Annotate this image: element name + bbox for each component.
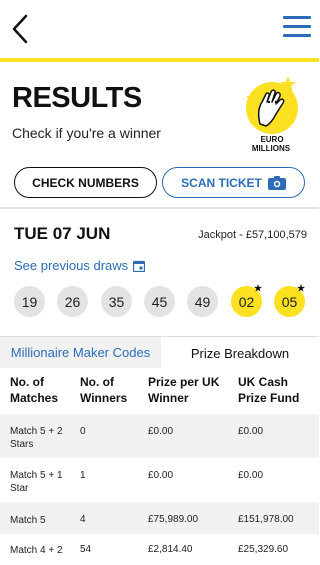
star-icon <box>297 284 305 292</box>
fund-cell: £151,978.00 <box>238 514 294 525</box>
matches-cell: Match 5 <box>10 515 46 526</box>
table-row: Match 5 + 2 Stars 0 £0.00 £0.00 <box>0 414 319 458</box>
column-header: Prize per UK Winner <box>148 375 220 405</box>
tab-label: Prize Breakdown <box>190 345 290 361</box>
prize-table-header: No. of Matches No. of Winners Prize per … <box>0 368 319 414</box>
tab-millionaire-maker-codes[interactable]: Millionaire Maker Codes <box>0 337 161 369</box>
prize-cell: £0.00 <box>148 470 174 481</box>
euromillions-logo: EURO MILLIONS <box>246 76 298 153</box>
column-header: No. of Winners <box>80 375 128 405</box>
see-previous-draws-link[interactable]: See previous draws <box>14 258 146 273</box>
main-ball: 49 <box>187 286 218 317</box>
column-header: No. of Matches <box>10 375 59 405</box>
calendar-icon <box>133 260 146 272</box>
winners-cell: 1 <box>80 470 86 481</box>
column-header: UK Cash Prize Fund <box>238 375 300 405</box>
jackpot-amount: Jackpot - £57,100,579 <box>198 229 307 241</box>
back-arrow-icon[interactable] <box>8 12 34 46</box>
svg-text:EURO: EURO <box>260 135 283 144</box>
prize-cell: £0.00 <box>148 426 174 437</box>
svg-text:MILLIONS: MILLIONS <box>252 144 291 153</box>
table-row: Match 5 4 £75,989.00 £151,978.00 <box>0 502 319 534</box>
tab-label: Millionaire Maker Codes <box>10 345 151 360</box>
check-numbers-label: CHECK NUMBERS <box>32 175 139 190</box>
main-ball: 19 <box>14 286 45 317</box>
section-divider <box>0 207 319 209</box>
table-row: Match 5 + 1 Star 1 £0.00 £0.00 <box>0 458 319 502</box>
scan-ticket-label: SCAN TICKET <box>181 175 262 190</box>
camera-icon <box>267 175 286 190</box>
fund-cell: £0.00 <box>238 426 264 437</box>
main-ball: 45 <box>144 286 175 317</box>
tab-prize-breakdown[interactable]: Prize Breakdown <box>161 337 319 369</box>
main-ball: 35 <box>101 286 132 317</box>
prize-cell: £75,989.00 <box>148 514 199 525</box>
star-icon <box>254 284 262 292</box>
scan-ticket-button[interactable]: SCAN TICKET <box>162 167 305 198</box>
winning-numbers: 19 26 35 45 49 02 05 <box>14 284 309 318</box>
see-previous-draws-label: See previous draws <box>14 258 129 273</box>
matches-cell: Match 5 + 2 Stars <box>10 426 63 450</box>
fund-cell: £25,329.60 <box>238 544 289 555</box>
matches-cell: Match 4 + 2 <box>10 545 63 556</box>
page-title: RESULTS <box>12 82 142 114</box>
results-tabs: Millionaire Maker Codes Prize Breakdown <box>0 336 319 369</box>
hamburger-menu-icon[interactable] <box>283 16 311 42</box>
draw-date: TUE 07 JUN <box>14 224 111 243</box>
matches-cell: Match 5 + 1 Star <box>10 470 63 494</box>
table-row: Match 4 + 2 54 £2,814.40 £25,329.60 <box>0 534 319 565</box>
main-ball: 26 <box>57 286 88 317</box>
lucky-star-ball: 05 <box>274 284 305 317</box>
fund-cell: £0.00 <box>238 470 264 481</box>
winners-cell: 4 <box>80 514 86 525</box>
prize-cell: £2,814.40 <box>148 544 193 555</box>
check-numbers-button[interactable]: CHECK NUMBERS <box>14 167 157 198</box>
winners-cell: 54 <box>80 544 92 555</box>
winners-cell: 0 <box>80 426 86 437</box>
top-bar <box>0 0 319 62</box>
page-subtitle: Check if you're a winner <box>12 125 161 141</box>
lucky-star-ball: 02 <box>231 284 262 317</box>
